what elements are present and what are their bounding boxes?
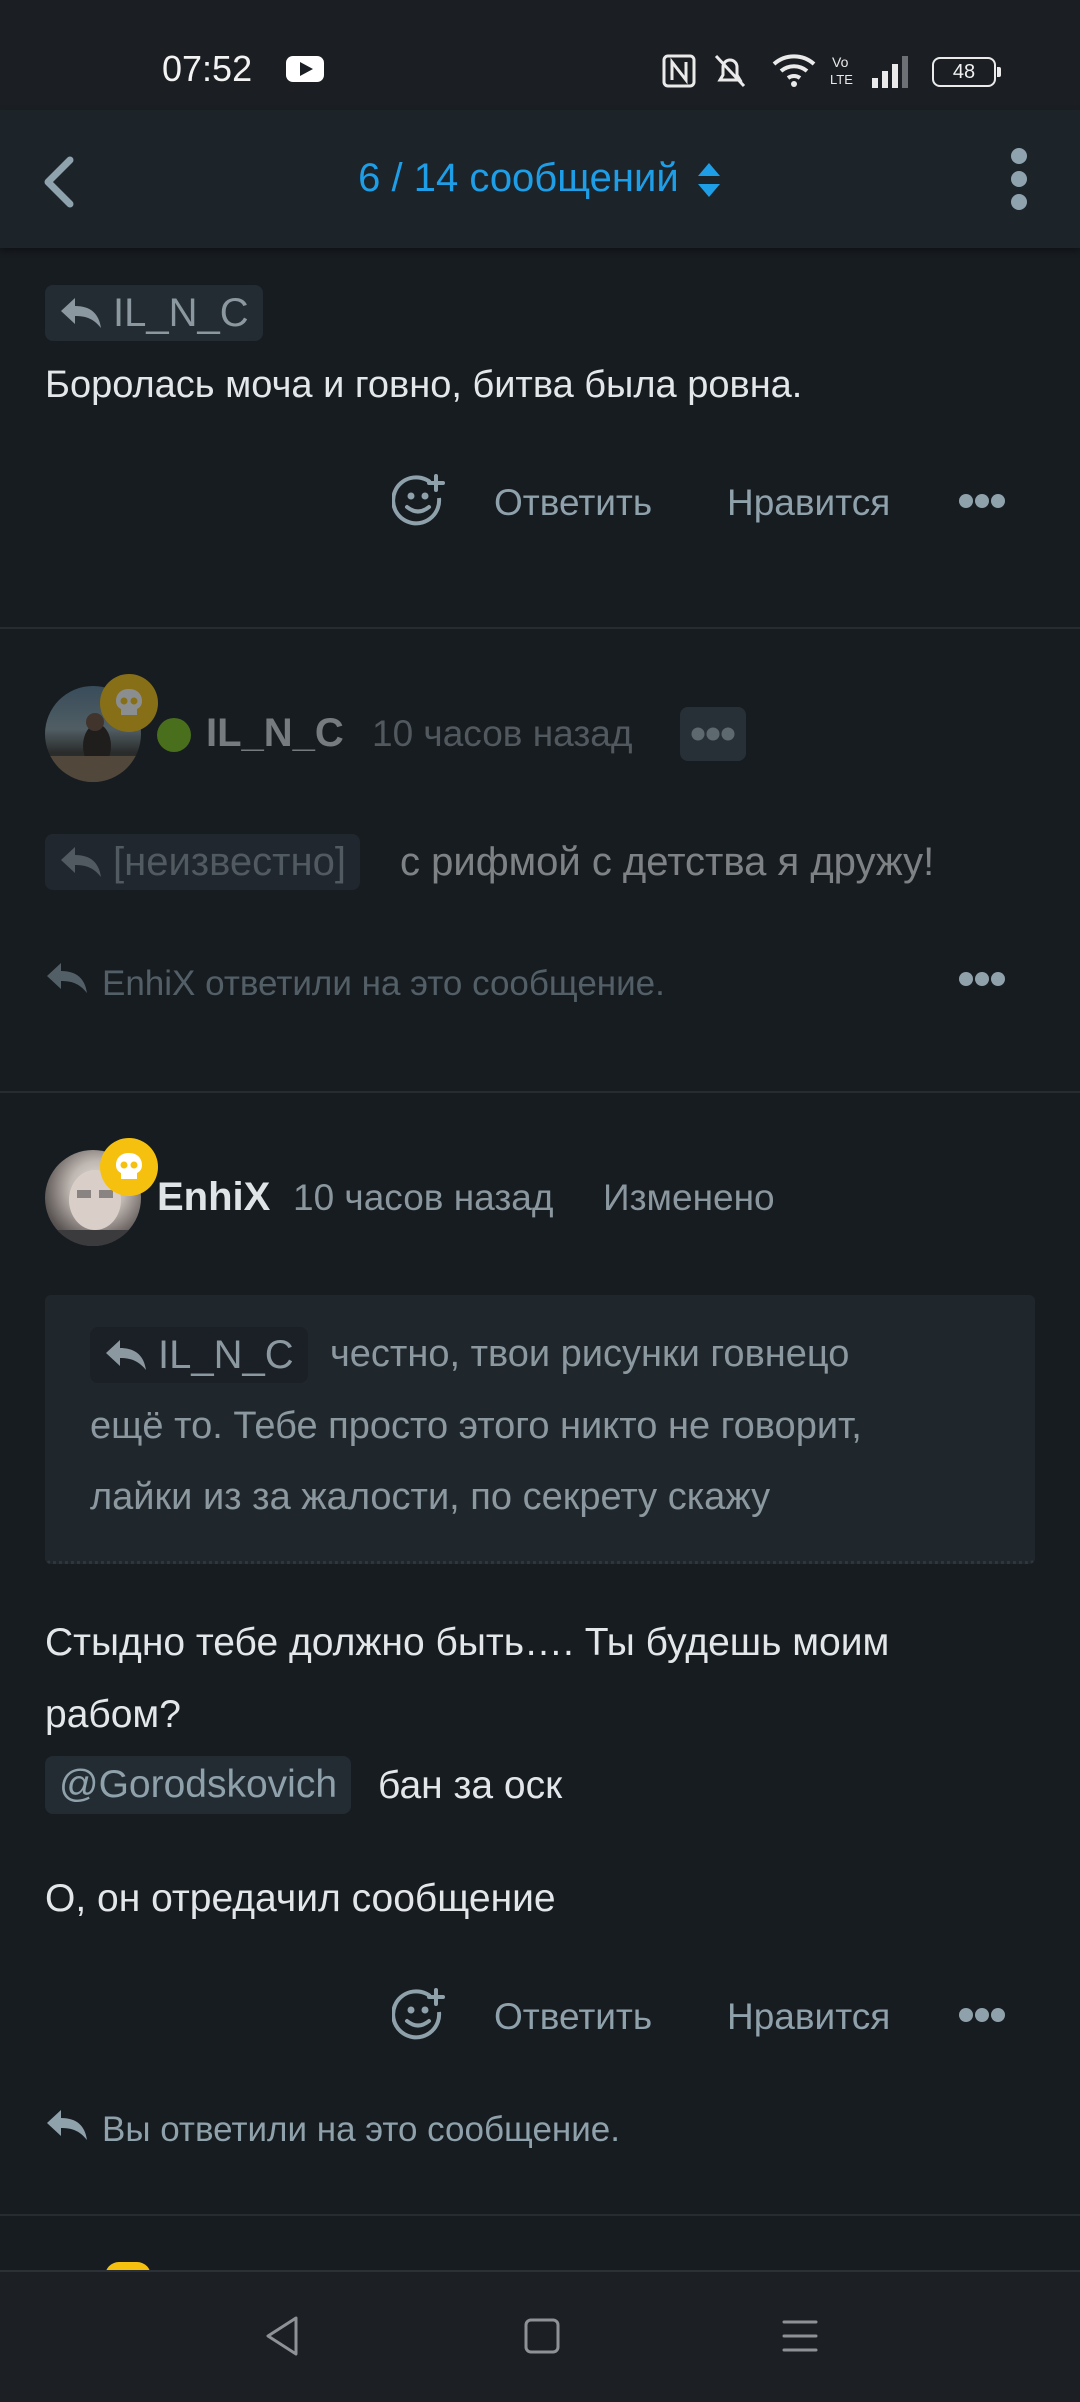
reply-reference-chip[interactable]: [неизвестно] — [45, 834, 360, 890]
reply-reference-user: IL_N_C — [158, 1332, 294, 1377]
message-text: рабом? — [45, 1693, 181, 1736]
reply-reference-chip[interactable]: IL_N_C — [45, 285, 263, 341]
more-horizontal-icon[interactable] — [958, 2006, 1006, 2024]
volte-icon: Vo LTE — [830, 54, 853, 87]
svg-text:Vo: Vo — [832, 54, 849, 70]
reply-icon — [47, 963, 87, 993]
message-divider — [0, 2214, 1080, 2216]
reply-reference-user: IL_N_C — [113, 290, 249, 335]
status-time: 07:52 — [162, 48, 253, 89]
timestamp: 10 часов назад — [372, 713, 633, 754]
message-divider — [0, 1091, 1080, 1093]
add-reaction-icon[interactable] — [392, 474, 446, 528]
quote-text-line: лайки из за жалости, по секрету скажу — [90, 1476, 771, 1518]
youtube-icon — [286, 56, 324, 82]
status-bar: 07:52 Vo LTE 48 — [0, 0, 1080, 110]
add-reaction-icon[interactable] — [392, 1988, 446, 2042]
more-horizontal-icon — [691, 727, 735, 741]
author-name[interactable]: IL_N_C — [206, 711, 344, 756]
reply-icon — [106, 1340, 146, 1370]
message-text: Стыдно тебе должно быть…. Ты будешь моим — [45, 1621, 890, 1664]
quote-block: IL_N_C честно, твои рисунки говнецо ещё … — [45, 1295, 1035, 1564]
skull-badge-icon — [100, 1138, 158, 1196]
message-item: IL_N_C 10 часов назад [неизвестно] с риф… — [0, 629, 1080, 1089]
sort-arrows-icon — [697, 163, 720, 198]
battery-indicator: 48 — [932, 57, 1001, 87]
author-name[interactable]: EnhiX — [157, 1175, 270, 1220]
reply-icon — [61, 847, 101, 877]
message-counter-label: 6 / 14 сообщений — [358, 156, 679, 200]
replied-note[interactable]: EnhiX ответили на это сообщение. — [102, 964, 665, 1004]
like-button[interactable]: Нравится — [727, 482, 890, 524]
reply-icon — [61, 298, 101, 328]
menu-nav-icon[interactable] — [780, 2316, 820, 2356]
more-options-button[interactable] — [680, 707, 746, 761]
more-horizontal-icon[interactable] — [958, 492, 1006, 510]
edited-label[interactable]: Изменено — [603, 1177, 775, 1219]
top-app-bar: 6 / 14 сообщений — [0, 110, 1080, 248]
quote-text-line: ещё то. Тебе просто этого никто не говор… — [90, 1405, 862, 1447]
more-vertical-icon[interactable] — [1006, 146, 1032, 212]
reply-button[interactable]: Ответить — [494, 1996, 652, 2038]
nfc-icon — [662, 54, 696, 88]
user-mention[interactable]: @Gorodskovich — [45, 1756, 352, 1814]
reply-reference-chip[interactable]: IL_N_C — [90, 1327, 308, 1383]
message-text: с рифмой с детства я дружу! — [400, 840, 935, 884]
replied-note[interactable]: Вы ответили на это сообщение. — [102, 2110, 620, 2150]
timestamp: 10 часов назад — [293, 1177, 554, 1218]
like-button[interactable]: Нравится — [727, 1996, 890, 2038]
system-navigation-bar — [0, 2270, 1080, 2402]
message-text: Боролась моча и говно, битва была ровна. — [45, 364, 803, 406]
home-nav-icon[interactable] — [522, 2316, 562, 2356]
reply-icon — [47, 2110, 87, 2140]
reply-reference-user: [неизвестно] — [113, 839, 346, 884]
reply-button[interactable]: Ответить — [494, 482, 652, 524]
signal-icon — [872, 56, 908, 88]
online-status-dot — [157, 718, 191, 752]
mute-bell-icon — [714, 54, 746, 88]
message-text: бан за оск — [378, 1764, 563, 1807]
message-counter[interactable]: 6 / 14 сообщений — [0, 156, 1080, 201]
more-horizontal-icon[interactable] — [958, 970, 1006, 988]
quote-text-line: честно, твои рисунки говнецо — [330, 1333, 850, 1375]
wifi-icon — [772, 54, 816, 87]
back-nav-icon[interactable] — [262, 2314, 302, 2358]
svg-text:LTE: LTE — [830, 72, 853, 87]
skull-badge-icon — [100, 674, 158, 732]
message-text: О, он отредачил сообщение — [45, 1877, 556, 1920]
